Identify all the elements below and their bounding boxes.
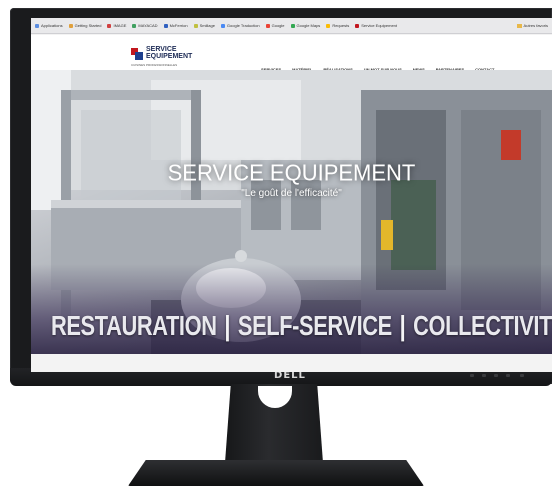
logo-mark-icon[interactable] bbox=[131, 48, 143, 60]
monitor-screen: Applications Getting Started IMAGE MAYAC… bbox=[31, 18, 552, 372]
hero-categories: RESTAURATION|SELF-SERVICE|COLLECTIVITÉS bbox=[51, 310, 552, 342]
page-footer-strip bbox=[31, 354, 552, 372]
monitor-button bbox=[494, 374, 498, 377]
bookmark-item[interactable]: Requests bbox=[326, 23, 349, 28]
bookmark-item[interactable]: MAYACAD bbox=[132, 23, 158, 28]
category-restauration[interactable]: RESTAURATION bbox=[51, 310, 217, 341]
bookmarks-bar: Applications Getting Started IMAGE MAYAC… bbox=[31, 18, 552, 34]
other-bookmarks-folder[interactable]: Autres favoris bbox=[516, 23, 548, 28]
bookmark-item[interactable]: Google Maps bbox=[290, 23, 320, 28]
bookmark-item[interactable]: Service Equipement bbox=[355, 23, 397, 28]
site-logo[interactable]: SERVICE EQUIPEMENT bbox=[146, 46, 192, 60]
category-collectivites[interactable]: COLLECTIVITÉS bbox=[413, 310, 552, 341]
logo-tagline: CUISINES PROFESSIONNELLES bbox=[131, 63, 178, 67]
monitor-button bbox=[470, 374, 474, 377]
hero-title: SERVICE EQUIPEMENT bbox=[167, 159, 416, 186]
logo-line-2: EQUIPEMENT bbox=[146, 53, 193, 60]
folder-icon bbox=[516, 23, 522, 28]
hero-tagline: "Le goût de l'efficacité" bbox=[241, 188, 342, 199]
bookmark-item[interactable]: Google Traduction bbox=[220, 23, 260, 28]
bookmark-item[interactable]: McFerrion bbox=[163, 23, 188, 28]
monitor-button bbox=[482, 374, 486, 377]
bookmark-item[interactable]: IMAGE bbox=[107, 23, 126, 28]
monitor-stand-base bbox=[128, 460, 424, 486]
bookmark-item[interactable]: Getting Started bbox=[68, 23, 101, 28]
category-self-service[interactable]: SELF-SERVICE bbox=[238, 310, 392, 341]
logo-line-1: SERVICE bbox=[146, 46, 177, 53]
bookmark-item[interactable]: Smillage bbox=[193, 23, 215, 28]
monitor-button bbox=[506, 374, 510, 377]
bookmark-item[interactable]: Google bbox=[265, 23, 285, 28]
hero-banner: SERVICE EQUIPEMENT "Le goût de l'efficac… bbox=[31, 70, 552, 354]
power-button bbox=[520, 374, 524, 377]
bookmark-item[interactable]: Applications bbox=[35, 23, 63, 28]
